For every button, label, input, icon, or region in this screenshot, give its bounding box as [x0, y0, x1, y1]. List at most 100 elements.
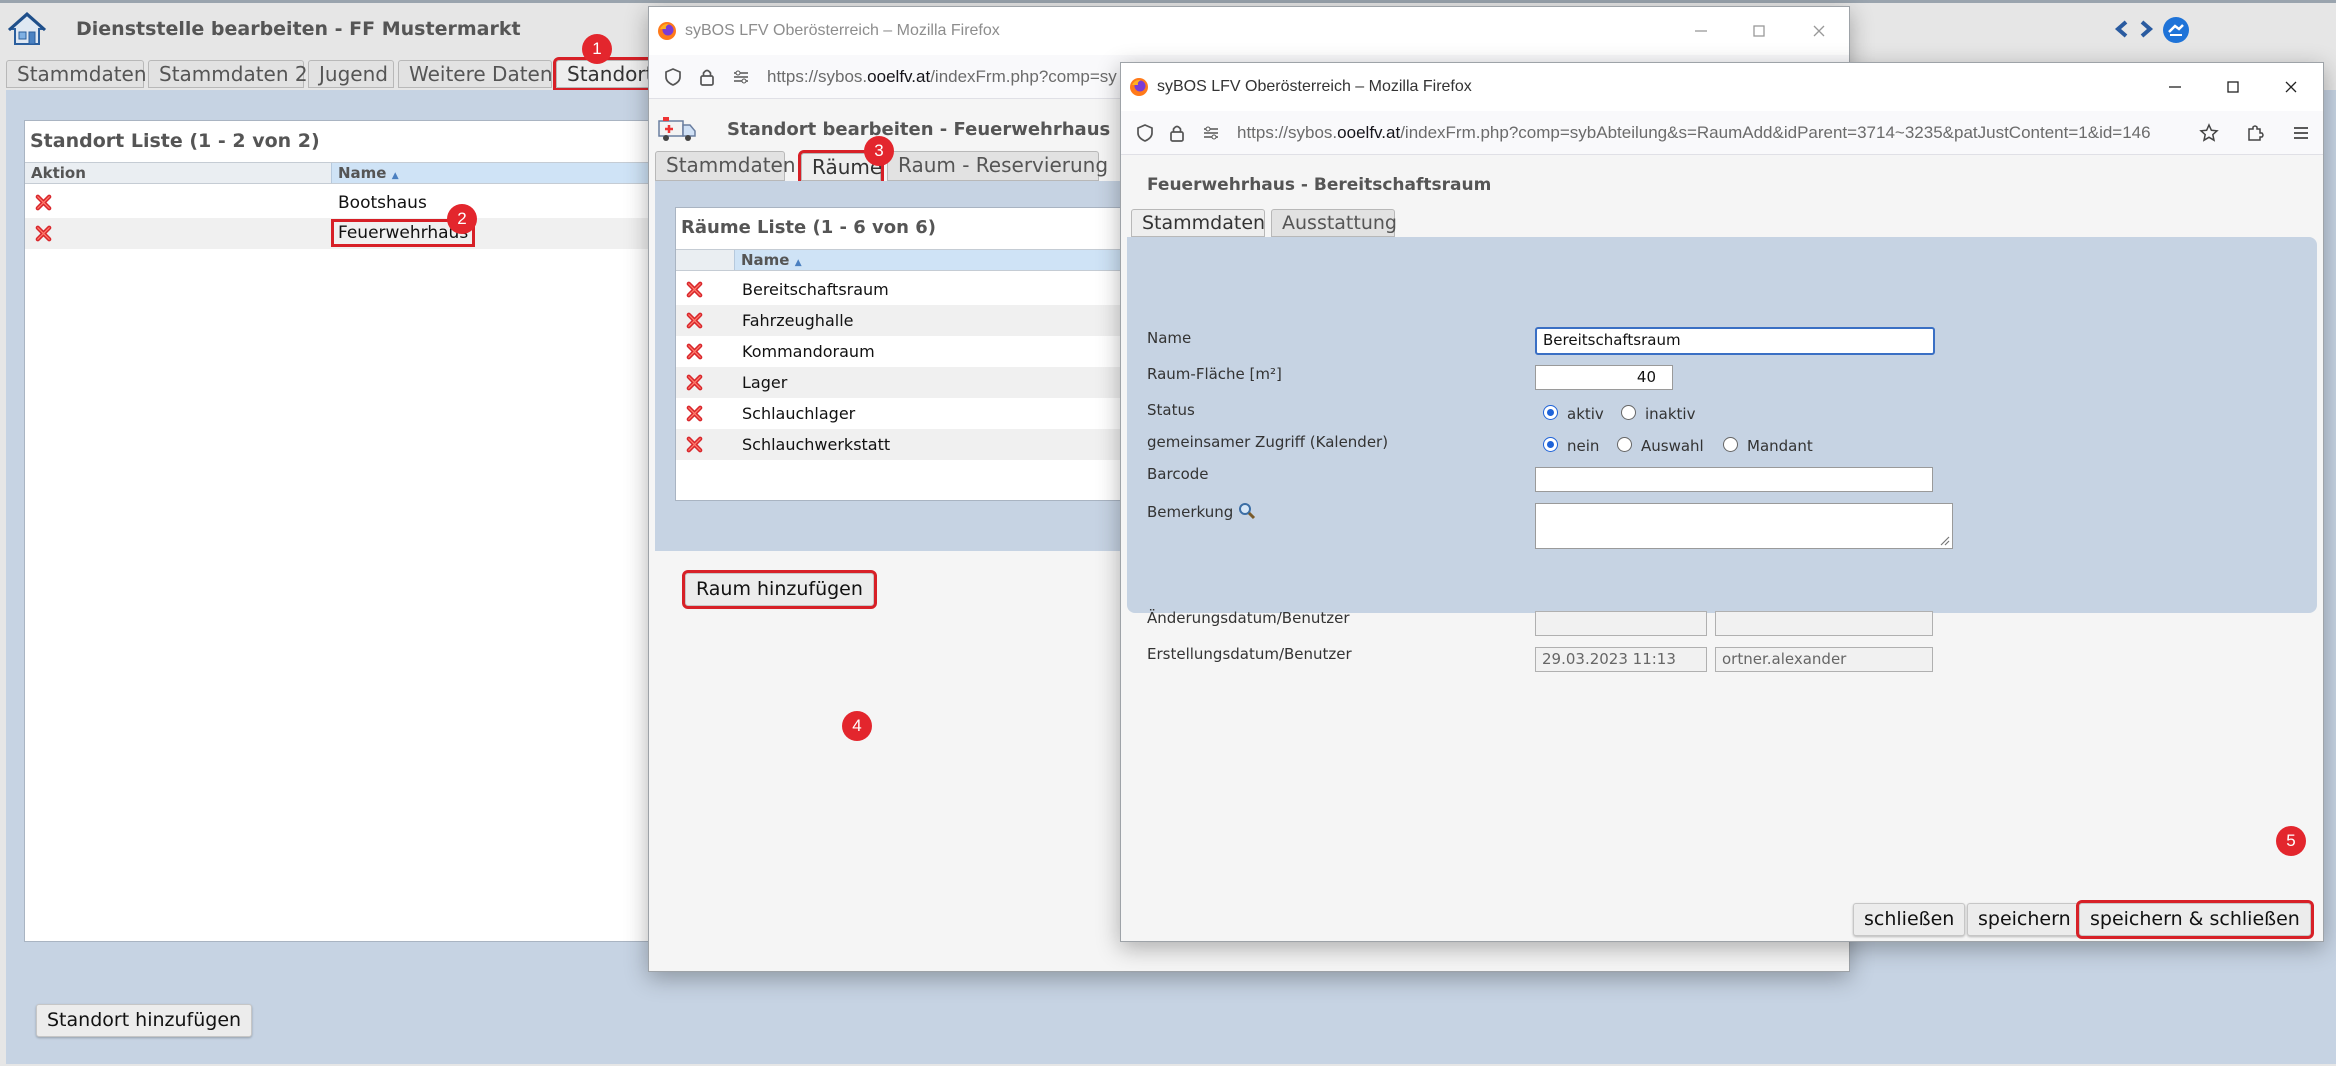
remark-label: Bemerkung — [1147, 503, 1234, 521]
row-name[interactable]: Lager — [742, 373, 787, 392]
barcode-label: Barcode — [1147, 465, 1209, 483]
top-border — [0, 0, 2336, 3]
changed-label: Änderungsdatum/Benutzer — [1147, 609, 1350, 627]
changed-date-field — [1535, 611, 1707, 636]
delete-x-icon[interactable] — [685, 435, 704, 454]
access-nein-radio[interactable] — [1543, 437, 1558, 452]
row-name[interactable]: Bootshaus — [338, 193, 427, 213]
window-title: syBOS LFV Oberösterreich – Mozilla Firef… — [685, 22, 1000, 39]
status-aktiv-label[interactable]: aktiv — [1567, 405, 1604, 423]
tab-stammdaten[interactable]: Stammdaten — [1131, 209, 1265, 237]
maximize-icon[interactable] — [2221, 75, 2245, 99]
home-building-icon — [8, 11, 46, 45]
chevron-right-icon[interactable] — [2138, 20, 2154, 38]
delete-x-icon[interactable] — [685, 404, 704, 423]
menu-hamburger-icon[interactable] — [2291, 123, 2311, 143]
delete-x-icon[interactable] — [685, 342, 704, 361]
row-name[interactable]: Schlauchlager — [742, 404, 855, 423]
status-inaktiv-radio[interactable] — [1621, 405, 1636, 420]
chevron-left-icon[interactable] — [2114, 20, 2130, 38]
row-name[interactable]: Kommandoraum — [742, 342, 875, 361]
window-content: Feuerwehrhaus - Bereitschaftsraum Stammd… — [1121, 155, 2323, 941]
status-inaktiv-label[interactable]: inaktiv — [1645, 405, 1695, 423]
standort-list-title: Standort Liste (1 - 2 von 2) — [30, 130, 320, 152]
created-user-field: ortner.alexander — [1715, 647, 1933, 672]
url-bar[interactable]: https://sybos.ooelfv.at/indexFrm.php?com… — [1121, 111, 2323, 155]
raeume-list-title: Räume Liste (1 - 6 von 6) — [681, 217, 936, 238]
tab-ausstattung[interactable]: Ausstattung — [1271, 209, 1397, 237]
access-mandant-radio[interactable] — [1723, 437, 1738, 452]
created-label: Erstellungsdatum/Benutzer — [1147, 645, 1352, 663]
status-label: Status — [1147, 401, 1195, 419]
tab-standort[interactable]: Standort — [553, 57, 657, 91]
delete-x-icon[interactable] — [34, 224, 53, 243]
tab-stammdaten[interactable]: Stammdaten — [655, 151, 796, 181]
page-title: Dienststelle bearbeiten - FF Mustermarkt — [76, 18, 521, 40]
sort-asc-icon: ▲ — [794, 258, 802, 268]
ambulance-icon — [658, 117, 696, 141]
sort-asc-icon: ▲ — [391, 171, 399, 181]
url-text[interactable]: https://sybos.ooelfv.at/indexFrm.php?com… — [1237, 123, 2197, 143]
access-label: gemeinsamer Zugriff (Kalender) — [1147, 433, 1389, 451]
area-label: Raum-Fläche [m²] — [1147, 365, 1282, 383]
page-title: Standort bearbeiten - Feuerwehrhaus — [727, 119, 1111, 140]
bookmark-star-icon[interactable] — [2199, 123, 2219, 143]
delete-x-icon[interactable] — [34, 193, 53, 212]
browser-window-raum: syBOS LFV Oberösterreich – Mozilla Firef… — [1120, 62, 2324, 942]
tab-stammdaten[interactable]: Stammdaten — [6, 60, 147, 88]
minimize-icon[interactable] — [1689, 19, 1713, 43]
row-name[interactable]: Fahrzeughalle — [742, 311, 853, 330]
column-name-label: Name — [338, 164, 387, 182]
window-title: syBOS LFV Oberösterreich – Mozilla Firef… — [1157, 78, 1472, 95]
delete-x-icon[interactable] — [685, 280, 704, 299]
save-and-close-button[interactable]: speichern & schließen — [2076, 900, 2314, 939]
save-button[interactable]: speichern — [1967, 903, 2082, 936]
created-date-field: 29.03.2023 11:13 — [1535, 647, 1707, 672]
resize-grip-icon[interactable] — [1938, 534, 1950, 546]
barcode-input[interactable] — [1535, 467, 1933, 492]
quick-action-icon[interactable] — [2162, 16, 2190, 44]
delete-x-icon[interactable] — [685, 311, 704, 330]
extensions-icon[interactable] — [2245, 123, 2265, 143]
shield-icon[interactable] — [1135, 123, 1155, 143]
tab-stammdaten-2[interactable]: Stammdaten 2 — [148, 60, 308, 88]
lock-icon[interactable] — [697, 67, 717, 87]
close-icon[interactable] — [1807, 19, 1831, 43]
row-name[interactable]: Bereitschaftsraum — [742, 280, 889, 299]
step-badge-5: 5 — [2276, 826, 2306, 856]
status-aktiv-radio[interactable] — [1543, 405, 1558, 420]
access-auswahl-label[interactable]: Auswahl — [1641, 437, 1704, 455]
column-aktion[interactable]: Aktion — [25, 163, 331, 183]
page-title: Feuerwehrhaus - Bereitschaftsraum — [1147, 175, 1492, 195]
permissions-icon[interactable] — [731, 67, 751, 87]
step-badge-2: 2 — [447, 204, 477, 234]
name-label: Name — [1147, 329, 1192, 347]
access-nein-label[interactable]: nein — [1567, 437, 1599, 455]
access-auswahl-radio[interactable] — [1617, 437, 1632, 452]
form-panel — [1127, 237, 2317, 613]
tab-jugend[interactable]: Jugend — [308, 60, 394, 88]
permissions-icon[interactable] — [1201, 123, 1221, 143]
add-standort-button[interactable]: Standort hinzufügen — [36, 1004, 253, 1037]
step-badge-4: 4 — [842, 711, 872, 741]
window-titlebar: syBOS LFV Oberösterreich – Mozilla Firef… — [1121, 63, 2323, 111]
url-text[interactable]: https://sybos.ooelfv.at/indexFrm.php?com… — [767, 67, 1117, 87]
add-raum-button[interactable]: Raum hinzufügen — [682, 570, 877, 609]
close-icon[interactable] — [2279, 75, 2303, 99]
delete-x-icon[interactable] — [685, 373, 704, 392]
access-mandant-label[interactable]: Mandant — [1747, 437, 1813, 455]
maximize-icon[interactable] — [1747, 19, 1771, 43]
lock-icon[interactable] — [1167, 123, 1187, 143]
area-input[interactable]: 40 — [1535, 365, 1673, 390]
remark-textarea[interactable] — [1535, 503, 1953, 549]
row-name[interactable]: Schlauchwerkstatt — [742, 435, 890, 454]
shield-icon[interactable] — [663, 67, 683, 87]
column-name-label: Name — [741, 251, 790, 269]
step-badge-3: 3 — [864, 136, 894, 166]
tab-weitere-daten[interactable]: Weitere Daten — [398, 60, 553, 88]
name-input[interactable]: Bereitschaftsraum — [1535, 327, 1935, 355]
tab-raum-reservierung[interactable]: Raum - Reservierung — [887, 151, 1108, 181]
magnifier-icon[interactable] — [1237, 501, 1257, 521]
minimize-icon[interactable] — [2163, 75, 2187, 99]
close-button[interactable]: schließen — [1853, 903, 1966, 936]
